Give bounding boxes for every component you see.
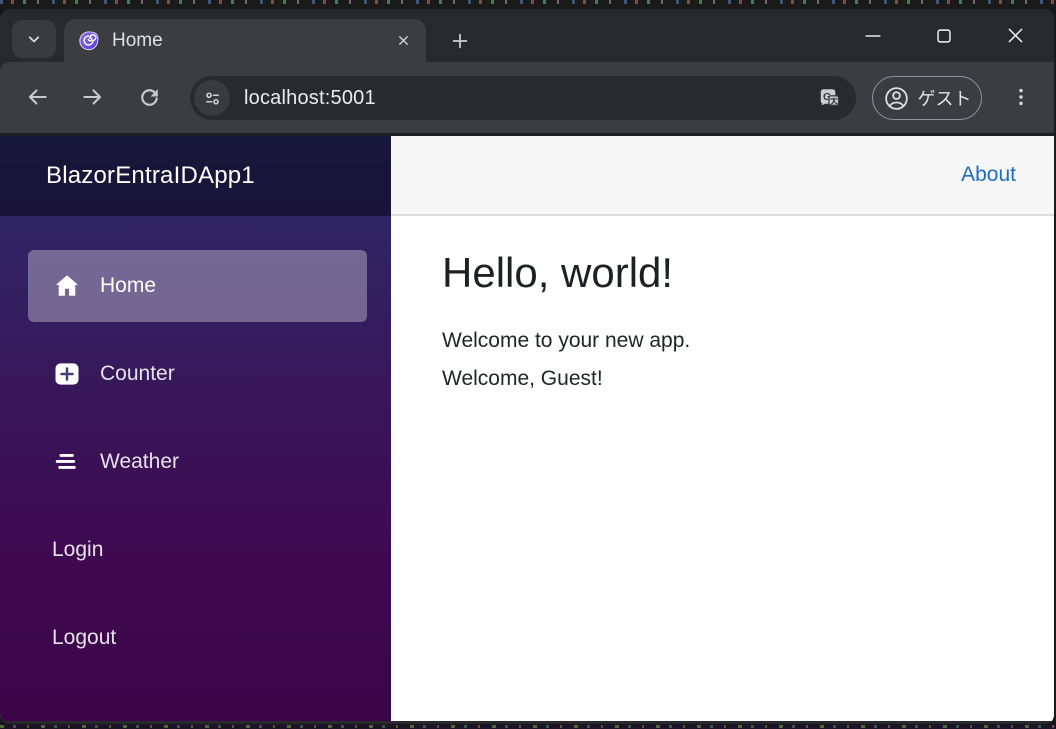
maximize-button[interactable]: [915, 13, 973, 59]
background-window-bottom-sliver: [0, 724, 1056, 729]
tab-title: Home: [112, 29, 163, 51]
sidebar-item-home[interactable]: Home: [28, 250, 367, 322]
minimize-button[interactable]: [844, 13, 902, 59]
forward-button[interactable]: [72, 76, 114, 118]
minimize-icon: [862, 25, 884, 47]
background-window-top-sliver: [0, 0, 1056, 9]
person-circle-icon: [883, 85, 910, 112]
page-title: Hello, world!: [442, 249, 674, 296]
translate-button[interactable]: G: [812, 80, 848, 116]
sidebar-item-label: Counter: [100, 362, 175, 385]
sidebar-item-login[interactable]: Login: [28, 514, 367, 586]
arrow-left-icon: [24, 84, 50, 110]
welcome-text: Welcome to your new app.: [442, 329, 691, 352]
url-text: localhost:5001: [244, 86, 376, 109]
translate-icon: G: [818, 86, 842, 110]
back-button[interactable]: [16, 76, 58, 118]
sidebar-item-logout[interactable]: Logout: [28, 602, 367, 674]
address-bar[interactable]: localhost:5001 G: [190, 76, 856, 120]
sidebar-item-weather[interactable]: Weather: [28, 426, 367, 498]
arrow-right-icon: [80, 84, 106, 110]
tab-search-button[interactable]: [12, 20, 56, 58]
window-controls: [844, 9, 1044, 62]
sidebar-item-label: Logout: [52, 626, 117, 649]
maximize-icon: [933, 25, 955, 47]
blazor-favicon-icon: [77, 29, 100, 52]
site-info-button[interactable]: [194, 80, 230, 116]
profile-label: ゲスト: [917, 89, 972, 109]
sidebar-item-label: Home: [100, 274, 157, 297]
close-icon: [1005, 25, 1026, 46]
window-close-button[interactable]: [986, 13, 1044, 59]
reload-icon: [137, 85, 162, 110]
main-area: About Hello, world! Welcome to your new …: [391, 136, 1054, 721]
sidebar: BlazorEntraIDApp1 Home Counter Weather L…: [0, 136, 391, 721]
kebab-menu-icon: [1010, 86, 1032, 108]
reload-button[interactable]: [128, 76, 170, 118]
browser-menu-button[interactable]: [1000, 76, 1042, 118]
sidebar-header: BlazorEntraIDApp1: [0, 136, 391, 216]
about-link[interactable]: About: [961, 163, 1016, 187]
sidebar-item-label: Weather: [100, 450, 179, 473]
browser-toolbar: localhost:5001 G ゲスト: [0, 62, 1054, 136]
house-icon: [52, 271, 82, 301]
main-top-bar: About: [391, 136, 1054, 216]
plus-icon: [449, 30, 471, 52]
tab-strip: Home: [0, 9, 1054, 62]
article: Hello, world! Welcome to your new app. W…: [391, 216, 1054, 398]
tune-icon: [202, 88, 223, 109]
browser-window: Home localhost:5001 G ゲスト BlazorEntraIDA…: [0, 9, 1056, 724]
sidebar-item-counter[interactable]: Counter: [28, 338, 367, 410]
sidebar-item-label: Login: [52, 538, 104, 561]
chevron-down-icon: [24, 29, 44, 49]
welcome-user-text: Welcome, Guest!: [442, 367, 603, 390]
browser-tab-home[interactable]: Home: [64, 19, 426, 62]
list-icon: [52, 447, 82, 477]
profile-button[interactable]: ゲスト: [872, 76, 982, 120]
tab-close-button[interactable]: [390, 28, 416, 54]
plus-square-icon: [52, 359, 82, 389]
nav-menu: Home Counter Weather Login Logout: [0, 216, 391, 690]
new-tab-button[interactable]: [443, 24, 477, 58]
clipped-text-sliver: [0, 725, 1056, 728]
page-content: BlazorEntraIDApp1 Home Counter Weather L…: [0, 136, 1054, 721]
app-brand[interactable]: BlazorEntraIDApp1: [46, 162, 255, 190]
clipped-text-sliver: [0, 0, 1056, 4]
